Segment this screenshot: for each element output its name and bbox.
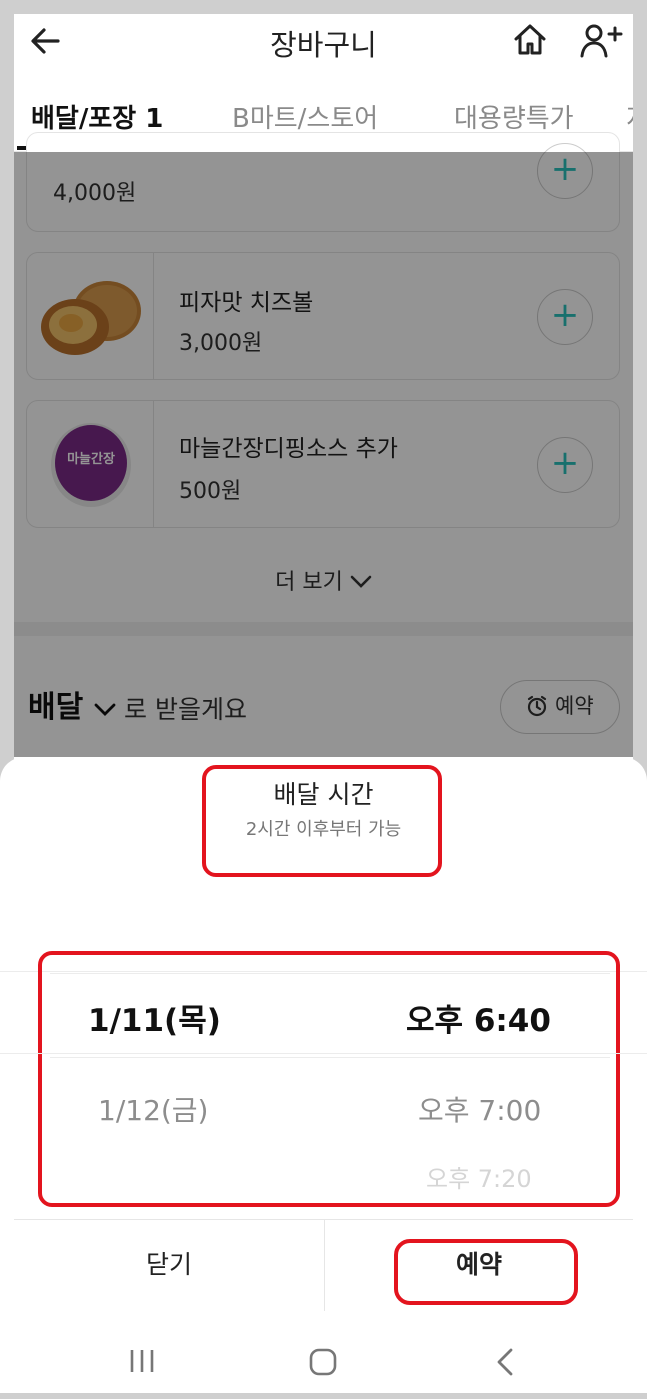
date-option[interactable]: 1/12(금) — [98, 1089, 209, 1129]
add-person-icon[interactable] — [580, 22, 624, 64]
tab-bmart[interactable]: B마트/스토어 — [232, 98, 378, 135]
recent-apps-icon[interactable] — [128, 1347, 156, 1382]
picker-row-line — [50, 973, 610, 974]
modal-overlay[interactable] — [14, 152, 633, 757]
home-icon[interactable] — [512, 22, 548, 62]
date-option-selected[interactable]: 1/11(목) — [88, 995, 221, 1040]
picker-highlight-box — [38, 951, 620, 1207]
home-button-icon[interactable] — [308, 1347, 338, 1384]
tab-delivery[interactable]: 배달/포장 1 — [31, 98, 163, 135]
time-option[interactable]: 오후 7:00 — [418, 1089, 541, 1129]
nav-back-icon[interactable] — [494, 1347, 516, 1384]
confirm-reserve-button[interactable]: 예약 — [325, 1219, 633, 1311]
sheet-title: 배달 시간 — [273, 780, 374, 809]
picker-divider — [0, 1053, 647, 1054]
time-option-selected[interactable]: 오후 6:40 — [406, 995, 551, 1040]
tab-overflow[interactable]: 지 — [626, 98, 633, 135]
top-bar: 장바구니 — [14, 14, 633, 74]
system-nav-bar — [14, 1329, 633, 1399]
picker-row-line — [50, 1057, 610, 1058]
close-button[interactable]: 닫기 — [14, 1219, 324, 1311]
sheet-subtitle: 2시간 이후부터 가능 — [245, 819, 402, 840]
delivery-time-sheet: 배달 시간 2시간 이후부터 가능 1/11(목) 1/12(금) 오후 6:4… — [0, 757, 647, 1393]
tab-bulk-deal[interactable]: 대용량특가 — [454, 98, 574, 135]
time-option[interactable]: 오후 7:20 — [426, 1159, 532, 1194]
